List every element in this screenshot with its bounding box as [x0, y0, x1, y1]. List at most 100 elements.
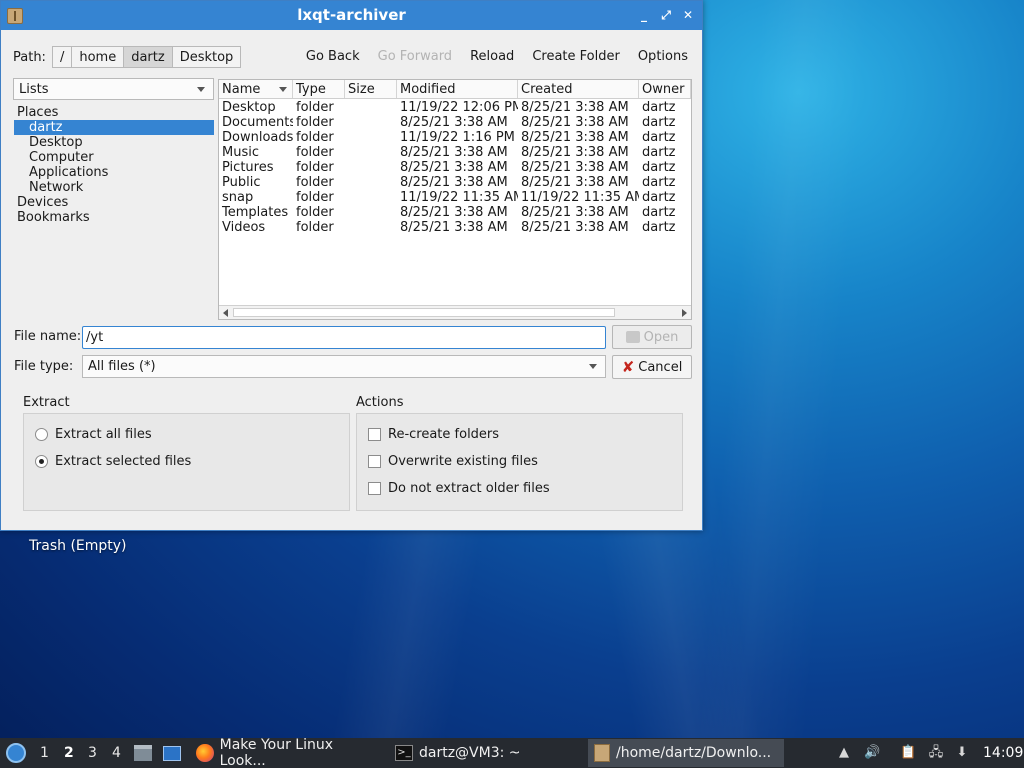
desktop-switch-3[interactable]: 3: [88, 738, 97, 768]
cell-owner: dartz: [642, 205, 676, 220]
tray-show-hidden[interactable]: ▲: [836, 738, 852, 768]
sidebar-item-computer[interactable]: Computer: [14, 150, 214, 165]
cancel-button[interactable]: ✘ Cancel: [612, 355, 692, 379]
cell-type: folder: [296, 160, 334, 175]
file-manager-icon: [134, 745, 152, 761]
update-notifier-icon: ⬇: [956, 745, 968, 760]
recreate-folders-checkbox[interactable]: [368, 428, 381, 441]
path-crumb-home[interactable]: home: [71, 46, 125, 68]
cell-created: 8/25/21 3:38 AM: [521, 160, 629, 175]
sidebar-item-bookmarks[interactable]: Bookmarks: [14, 210, 214, 225]
table-row[interactable]: Public folder 8/25/21 3:38 AM 8/25/21 3:38 …: [219, 175, 691, 190]
restore-button[interactable]: ⤢: [658, 7, 674, 23]
scroll-left-icon[interactable]: [223, 309, 228, 317]
sidebar-item-desktop[interactable]: Desktop: [14, 135, 214, 150]
cell-modified: 11/19/22 11:35 AM: [400, 190, 518, 205]
table-row[interactable]: Music folder 8/25/21 3:38 AM 8/25/21 3:38 A…: [219, 145, 691, 160]
taskbar-clock[interactable]: 14:09: [983, 738, 1023, 768]
column-header-size[interactable]: Size: [345, 80, 397, 98]
path-crumb-dartz[interactable]: dartz: [123, 46, 173, 68]
extract-selected-option[interactable]: Extract selected files: [35, 454, 191, 469]
cell-modified: 8/25/21 3:38 AM: [400, 160, 508, 175]
path-crumb-root[interactable]: /: [51, 46, 73, 68]
sidebar-item-places[interactable]: Places: [14, 105, 214, 120]
file-name-input[interactable]: /yt: [82, 326, 606, 349]
sort-descending-icon: [279, 87, 287, 92]
table-row[interactable]: snap folder 11/19/22 11:35 AM 11/19/22 11:3…: [219, 190, 691, 205]
desktop-switch-4[interactable]: 4: [112, 738, 121, 768]
minimize-button[interactable]: _: [636, 7, 652, 23]
horizontal-scrollbar[interactable]: [219, 305, 691, 319]
extract-all-label: Extract all files: [55, 427, 152, 442]
quicklaunch-show-desktop[interactable]: [163, 738, 181, 768]
options-menu-button[interactable]: Options: [638, 46, 688, 68]
table-row[interactable]: Desktop folder 11/19/22 12:06 PM 8/25/21 3:…: [219, 100, 691, 115]
sidebar-item-devices[interactable]: Devices: [14, 195, 214, 210]
tray-updates[interactable]: ⬇: [954, 738, 970, 768]
column-header-type[interactable]: Type: [293, 80, 345, 98]
go-forward-button[interactable]: Go Forward: [378, 46, 452, 68]
view-mode-select[interactable]: Lists: [13, 78, 214, 100]
trash-desktop-icon-label[interactable]: Trash (Empty): [29, 538, 127, 554]
table-row[interactable]: Downloads folder 11/19/22 1:16 PM 8/25/21 3…: [219, 130, 691, 145]
view-mode-value: Lists: [19, 81, 49, 97]
sidebar-item-dartz[interactable]: dartz: [14, 120, 214, 135]
cell-modified: 11/19/22 1:16 PM: [400, 130, 515, 145]
network-icon: 🖧: [928, 745, 944, 760]
tray-clipboard[interactable]: 📋: [900, 738, 916, 768]
table-row[interactable]: Documents folder 8/25/21 3:38 AM 8/25/21 3:…: [219, 115, 691, 130]
sidebar-item-network[interactable]: Network: [14, 180, 214, 195]
skip-older-option[interactable]: Do not extract older files: [368, 481, 550, 496]
table-row[interactable]: Videos folder 8/25/21 3:38 AM 8/25/21 3:38 …: [219, 220, 691, 235]
close-button[interactable]: ✕: [680, 7, 696, 23]
column-header-created[interactable]: Created: [518, 80, 639, 98]
task-firefox[interactable]: Make Your Linux Look...: [190, 737, 386, 768]
cell-name: Documents: [222, 115, 293, 130]
desktop-switch-1[interactable]: 1: [40, 738, 49, 768]
recreate-folders-option[interactable]: Re-create folders: [368, 427, 499, 442]
task-terminal[interactable]: >_ dartz@VM3: ~: [389, 739, 585, 767]
task-terminal-label: dartz@VM3: ~: [419, 745, 521, 761]
go-back-button[interactable]: Go Back: [306, 46, 360, 68]
cell-size: [345, 115, 397, 130]
file-type-select[interactable]: All files (*): [82, 355, 606, 378]
cell-modified: 8/25/21 3:38 AM: [400, 145, 508, 160]
table-row[interactable]: Templates folder 8/25/21 3:38 AM 8/25/21 3:…: [219, 205, 691, 220]
quicklaunch-file-manager[interactable]: [134, 738, 152, 768]
open-button[interactable]: Open: [612, 325, 692, 349]
cell-owner: dartz: [642, 130, 676, 145]
window-titlebar[interactable]: lxqt-archiver _ ⤢ ✕: [1, 1, 702, 30]
scrollbar-thumb[interactable]: [233, 308, 615, 317]
cell-owner: dartz: [642, 160, 676, 175]
table-row[interactable]: Pictures folder 8/25/21 3:38 AM 8/25/21 3:3…: [219, 160, 691, 175]
extract-all-option[interactable]: Extract all files: [35, 427, 152, 442]
skip-older-label: Do not extract older files: [388, 481, 550, 496]
column-header-name[interactable]: Name: [219, 80, 293, 98]
start-menu-button[interactable]: [6, 738, 26, 768]
overwrite-files-checkbox[interactable]: [368, 455, 381, 468]
path-crumb-desktop[interactable]: Desktop: [171, 46, 242, 68]
cell-type: folder: [296, 205, 334, 220]
reload-button[interactable]: Reload: [470, 46, 514, 68]
cell-type: folder: [296, 130, 334, 145]
cell-type: folder: [296, 100, 334, 115]
open-icon: [625, 331, 640, 343]
extract-all-radio[interactable]: [35, 428, 48, 441]
tray-network[interactable]: 🖧: [928, 738, 944, 768]
scroll-right-icon[interactable]: [682, 309, 687, 317]
desktop-switch-2[interactable]: 2: [64, 738, 74, 768]
overwrite-files-option[interactable]: Overwrite existing files: [368, 454, 538, 469]
column-header-modified[interactable]: Modified: [397, 80, 518, 98]
cell-name: Public: [222, 175, 261, 190]
cell-name: Templates: [222, 205, 289, 220]
task-archiver[interactable]: /home/dartz/Downlo...: [588, 739, 784, 767]
create-folder-button[interactable]: Create Folder: [532, 46, 620, 68]
extract-selected-radio[interactable]: [35, 455, 48, 468]
tray-volume[interactable]: 🔊: [864, 738, 880, 768]
cell-owner: dartz: [642, 190, 676, 205]
skip-older-checkbox[interactable]: [368, 482, 381, 495]
extract-selected-label: Extract selected files: [55, 454, 192, 469]
cell-owner: dartz: [642, 100, 676, 115]
column-header-owner[interactable]: Owner: [639, 80, 691, 98]
sidebar-item-applications[interactable]: Applications: [14, 165, 214, 180]
